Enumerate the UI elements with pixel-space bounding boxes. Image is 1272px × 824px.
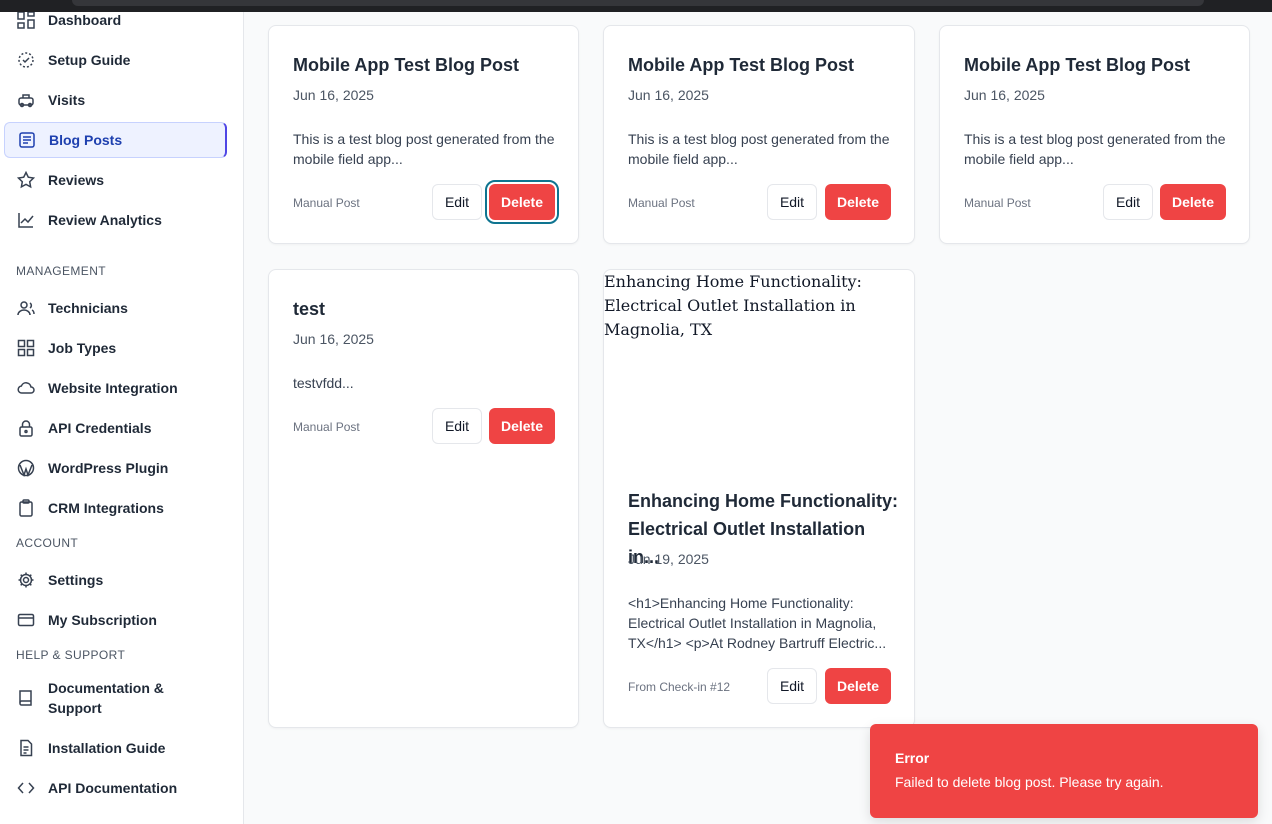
sidebar-item-label: Documentation & Support — [48, 680, 164, 716]
job-types-icon — [16, 338, 36, 358]
edit-button[interactable]: Edit — [1103, 184, 1153, 220]
sidebar-item-technicians[interactable]: Technicians — [4, 290, 227, 326]
post-excerpt: This is a test blog post generated from … — [293, 131, 555, 167]
sidebar-item-crm-integrations[interactable]: CRM Integrations — [4, 490, 227, 526]
sidebar-item-label: Job Types — [48, 340, 117, 356]
sidebar-item-label: CRM Integrations — [48, 500, 164, 516]
sidebar-item-dashboard[interactable]: Dashboard — [4, 12, 227, 38]
edit-button[interactable]: Edit — [767, 668, 817, 704]
dashboard-icon — [16, 12, 36, 30]
blog-post-card: test Jun 16, 2025 testvfdd... Manual Pos… — [268, 269, 579, 728]
post-source: From Check-in #12 — [628, 680, 731, 694]
post-title: Mobile App Test Blog Post — [964, 55, 1190, 75]
toast-message: Failed to delete blog post. Please try a… — [895, 774, 1164, 790]
sidebar-item-label: Website Integration — [48, 380, 178, 396]
sidebar-item-documentation[interactable]: Documentation & Support — [4, 676, 204, 720]
blog-post-card: Mobile App Test Blog Post Jun 16, 2025 T… — [603, 25, 915, 244]
post-excerpt: testvfdd... — [293, 375, 354, 391]
post-excerpt: <h1>Enhancing Home Functionality: Electr… — [628, 595, 887, 651]
post-source: Manual Post — [293, 196, 360, 210]
post-excerpt: This is a test blog post generated from … — [628, 131, 890, 167]
cloud-icon — [16, 378, 36, 398]
sidebar-item-label: My Subscription — [48, 612, 157, 628]
sidebar-item-label: Settings — [48, 572, 104, 588]
sidebar-item-blog-posts[interactable]: Blog Posts — [4, 122, 227, 158]
delete-button[interactable]: Delete — [825, 184, 891, 220]
sidebar-item-settings[interactable]: Settings — [4, 562, 227, 598]
edit-button[interactable]: Edit — [432, 408, 482, 444]
sidebar-item-label: Dashboard — [48, 12, 122, 28]
sidebar-item-installation-guide[interactable]: Installation Guide — [4, 730, 227, 766]
post-source: Manual Post — [628, 196, 695, 210]
clipboard-icon — [16, 498, 36, 518]
sidebar-item-label: Installation Guide — [48, 740, 166, 756]
sidebar: Dashboard Setup Guide Visits Blog Posts … — [0, 12, 244, 824]
sidebar-item-label: Reviews — [48, 172, 105, 188]
sidebar-item-label: WordPress Plugin — [48, 460, 169, 476]
sidebar-item-job-types[interactable]: Job Types — [4, 330, 227, 366]
sidebar-item-website-integration[interactable]: Website Integration — [4, 370, 227, 406]
blog-posts-icon — [17, 130, 37, 150]
delete-button[interactable]: Delete — [825, 668, 891, 704]
setup-guide-icon — [16, 50, 36, 70]
post-date: Jun 16, 2025 — [293, 87, 374, 103]
section-label-account: ACCOUNT — [16, 536, 79, 550]
blog-posts-grid: Mobile App Test Blog Post Jun 16, 2025 T… — [244, 12, 1272, 824]
section-label-help: HELP & SUPPORT — [16, 648, 126, 662]
blog-post-card: Mobile App Test Blog Post Jun 16, 2025 T… — [939, 25, 1250, 244]
delete-button[interactable]: Delete — [489, 408, 555, 444]
post-image-broken: Enhancing Home Functionality: Electrical… — [604, 272, 862, 339]
document-icon — [16, 738, 36, 758]
post-excerpt: This is a test blog post generated from … — [964, 131, 1226, 167]
code-icon — [16, 778, 36, 798]
delete-button[interactable]: Delete — [1160, 184, 1226, 220]
delete-button[interactable]: Delete — [485, 180, 559, 224]
sidebar-item-review-analytics[interactable]: Review Analytics — [4, 202, 227, 238]
edit-button[interactable]: Edit — [767, 184, 817, 220]
post-date: Jun 19, 2025 — [628, 551, 709, 567]
sidebar-item-label: Setup Guide — [48, 52, 131, 68]
sidebar-item-my-subscription[interactable]: My Subscription — [4, 602, 227, 638]
post-title: Mobile App Test Blog Post — [628, 55, 854, 75]
error-toast[interactable]: Error Failed to delete blog post. Please… — [870, 724, 1258, 818]
book-icon — [16, 688, 36, 708]
sidebar-item-api-credentials[interactable]: API Credentials — [4, 410, 227, 446]
sidebar-item-label: Visits — [48, 92, 86, 108]
post-date: Jun 16, 2025 — [293, 331, 374, 347]
technicians-icon — [16, 298, 36, 318]
star-icon — [16, 170, 36, 190]
address-bar[interactable] — [72, 0, 1204, 6]
sidebar-item-label: API Documentation — [48, 780, 178, 796]
sidebar-item-setup-guide[interactable]: Setup Guide — [4, 42, 227, 78]
blog-post-card: Mobile App Test Blog Post Jun 16, 2025 T… — [268, 25, 579, 244]
post-source: Manual Post — [293, 420, 360, 434]
browser-top-bar — [0, 0, 1272, 12]
blog-post-card: Enhancing Home Functionality: Electrical… — [603, 269, 915, 728]
post-date: Jun 16, 2025 — [628, 87, 709, 103]
sidebar-item-wordpress-plugin[interactable]: WordPress Plugin — [4, 450, 227, 486]
section-label-management: MANAGEMENT — [16, 264, 107, 278]
sidebar-item-label: API Credentials — [48, 420, 152, 436]
gear-icon — [16, 570, 36, 590]
credit-card-icon — [16, 610, 36, 630]
post-title: Mobile App Test Blog Post — [293, 55, 519, 75]
post-source: Manual Post — [964, 196, 1031, 210]
edit-button[interactable]: Edit — [432, 184, 482, 220]
lock-icon — [16, 418, 36, 438]
post-date: Jun 16, 2025 — [964, 87, 1045, 103]
sidebar-item-reviews[interactable]: Reviews — [4, 162, 227, 198]
visits-icon — [16, 90, 36, 110]
analytics-icon — [16, 210, 36, 230]
sidebar-item-label: Technicians — [48, 300, 128, 316]
sidebar-item-visits[interactable]: Visits — [4, 82, 227, 118]
post-title: test — [293, 299, 326, 319]
sidebar-item-api-documentation[interactable]: API Documentation — [4, 770, 227, 806]
wordpress-icon — [16, 458, 36, 478]
sidebar-item-label: Review Analytics — [48, 212, 162, 228]
sidebar-item-label: Blog Posts — [49, 132, 123, 148]
toast-title: Error — [895, 750, 930, 766]
